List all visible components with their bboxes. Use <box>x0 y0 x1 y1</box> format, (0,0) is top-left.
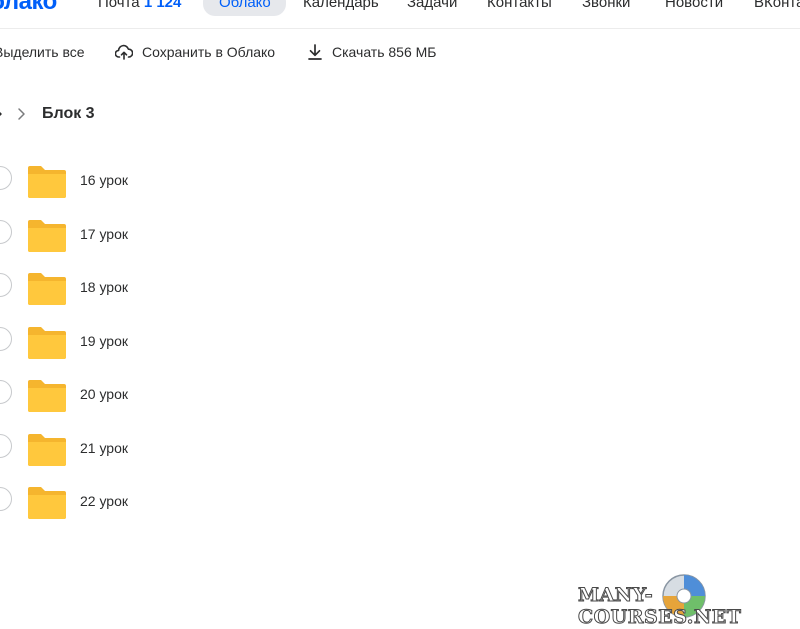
nav-item-calls[interactable]: Звонки <box>582 0 630 11</box>
row-select-checkbox[interactable] <box>0 326 12 351</box>
row-select-checkbox[interactable] <box>0 380 12 404</box>
row-select-checkbox[interactable] <box>0 219 12 244</box>
file-name: 18 урок <box>80 279 129 295</box>
folder-icon <box>28 166 66 198</box>
file-list: 16 урок 17 урок 18 урок 19 урок 20 урок 21 ур… <box>0 155 800 530</box>
chevron-right-icon <box>18 108 25 120</box>
file-row[interactable]: 21 урок <box>0 423 800 477</box>
mail-count-badge: 1 124 <box>143 0 182 11</box>
save-to-cloud-button[interactable]: Сохранить в Облако <box>115 38 275 66</box>
row-select-checkbox[interactable] <box>0 166 12 190</box>
folder-icon <box>28 273 66 305</box>
file-name: 17 урок <box>80 225 129 242</box>
file-name: 19 урок <box>80 332 129 349</box>
row-select-checkbox[interactable] <box>0 487 12 511</box>
file-name: 16 урок <box>80 172 129 188</box>
file-row[interactable]: 16 урок <box>0 155 800 209</box>
top-nav: Облако Почта 1 124 Облако Календарь Зада… <box>0 0 800 29</box>
save-to-cloud-label: Сохранить в Облако <box>142 44 276 60</box>
folder-icon <box>28 219 66 252</box>
nav-item-vk[interactable]: ВКонтакте <box>754 0 800 11</box>
nav-item-mail[interactable]: Почта 1 124 <box>98 0 181 11</box>
cloud-upload-icon <box>115 44 133 60</box>
folder-icon <box>28 433 66 466</box>
row-select-checkbox[interactable] <box>0 273 12 297</box>
file-row[interactable]: 18 урок <box>0 262 800 316</box>
nav-item-contacts[interactable]: Контакты <box>487 0 552 11</box>
folder-icon <box>28 326 66 359</box>
download-button[interactable]: Скачать 856 МБ <box>307 38 437 66</box>
select-all-button[interactable]: Выделить все <box>0 38 85 66</box>
toolbar: Выделить все Сохранить в Облако Скачать … <box>0 38 800 66</box>
file-row[interactable]: 20 урок <box>0 369 800 423</box>
nav-item-tasks[interactable]: Задачи <box>407 0 457 11</box>
breadcrumb-current: Блок 3 <box>42 105 95 122</box>
cloud-logo[interactable]: Облако <box>0 0 57 16</box>
chevron-right-icon <box>0 111 2 117</box>
select-all-label: Выделить все <box>0 44 85 60</box>
download-label: Скачать 856 МБ <box>332 44 437 60</box>
nav-item-calendar[interactable]: Календарь <box>303 0 379 11</box>
breadcrumb: Блок 3 <box>0 104 300 128</box>
watermark-text: MANY-COURSES.NET <box>578 584 742 629</box>
file-row[interactable]: 22 урок <box>0 476 800 530</box>
nav-item-news[interactable]: Новости <box>665 0 723 11</box>
file-name: 21 урок <box>80 439 129 456</box>
folder-icon <box>28 487 66 519</box>
file-row[interactable]: 19 урок <box>0 316 800 370</box>
file-name: 22 урок <box>80 493 129 509</box>
file-row[interactable]: 17 урок <box>0 209 800 263</box>
folder-icon <box>28 380 66 412</box>
file-name: 20 урок <box>80 386 129 402</box>
row-select-checkbox[interactable] <box>0 433 12 458</box>
download-icon <box>308 44 322 60</box>
nav-item-cloud[interactable]: Облако <box>219 0 271 11</box>
